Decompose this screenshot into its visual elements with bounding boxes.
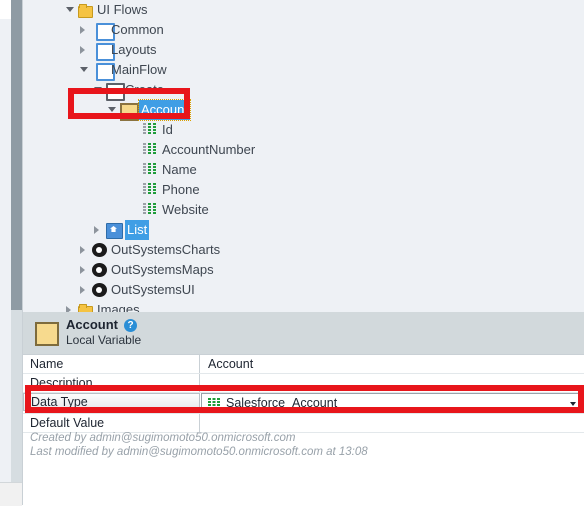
tree-item-label: Layouts [111,42,157,57]
property-value[interactable] [201,374,584,392]
tree-item-outsystemscharts[interactable]: OutSystemsCharts [23,240,584,260]
tree-item-label: AccountNumber [162,142,256,157]
tree-item-layouts[interactable]: Layouts [23,40,584,61]
entity-attribute-icon [143,203,158,217]
property-name: Data Type [23,393,200,411]
tree-item-label: OutSystemsCharts [111,242,221,257]
tree-item-outsystemsui[interactable]: OutSystemsUI [23,280,584,300]
tree-item-label: Create [125,82,165,97]
created-by-text: Created by admin@sugimomoto50.onmicrosof… [30,432,296,444]
chevron-right-icon[interactable] [64,300,75,312]
property-value[interactable] [201,414,584,432]
module-icon [92,283,107,297]
tree-item-mainflow[interactable]: MainFlow [23,60,584,81]
module-icon [92,243,107,257]
chevron-right-icon[interactable] [78,280,89,300]
tree-item-ui-flows[interactable]: UI Flows [23,0,584,20]
tree-item-label: OutSystemsUI [111,282,195,297]
tree-item-accountnumber[interactable]: AccountNumber [23,140,584,160]
app-root: UI Flows Common Layouts MainFlow Create Accou… [0,0,584,506]
property-row-description[interactable]: Description [23,374,584,393]
folder-icon [78,4,93,18]
tree-item-label: Images [97,302,140,312]
tree-item-phone[interactable]: Phone [23,180,584,200]
chevron-down-icon[interactable] [78,60,89,80]
entity-attribute-icon [143,123,158,137]
tree-item-create[interactable]: Create [23,80,584,101]
property-name: Default Value [23,414,200,432]
scrollbar-outer-track[interactable] [0,19,11,492]
properties-grid[interactable]: Name Account Description Data Type Salesforc… [23,354,584,433]
tree-item-outsystemsmaps[interactable]: OutSystemsMaps [23,260,584,280]
tree-item-common[interactable]: Common [23,20,584,41]
tree-item-label: Id [162,122,173,137]
vertical-scrollbar-track-lower[interactable] [11,310,22,482]
entity-attribute-icon [143,143,158,157]
tree-item-label: Account [138,99,191,121]
tree-item-label: Name [162,162,197,177]
tree-item-id[interactable]: Id [23,120,584,140]
widget-icon [106,223,123,239]
property-value[interactable]: Salesforce_Account [201,393,583,413]
chevron-right-icon[interactable] [78,260,89,280]
entity-attribute-icon [143,183,158,197]
local-variable-icon [35,322,59,346]
tree-item-account[interactable]: Account [23,99,584,121]
property-value[interactable]: Account [201,355,584,373]
gutter-bottom-blank [0,482,22,506]
tree-item-label: OutSystemsMaps [111,262,214,277]
entity-attribute-icon [143,163,158,177]
chevron-right-icon[interactable] [78,240,89,260]
tree-item-website[interactable]: Website [23,200,584,220]
properties-panel: Account ? Local Variable Name Account Desc… [23,312,584,505]
tree-item-label: UI Flows [97,2,148,17]
chevron-right-icon[interactable] [78,20,89,40]
tree-item-label: MainFlow [111,62,167,77]
property-row-data-type[interactable]: Data Type Salesforce_Account [23,393,584,414]
properties-header: Account ? Local Variable [23,312,584,354]
property-name: Name [23,355,200,373]
chevron-down-icon[interactable] [64,0,75,20]
chevron-down-icon[interactable] [106,100,117,120]
property-row-name[interactable]: Name Account [23,355,584,374]
gutter-top-blank [0,0,11,19]
tree-item-images[interactable]: Images [23,300,584,312]
property-value-text: Salesforce_Account [226,396,338,410]
tree-item-label: Common [111,22,164,37]
dropdown-arrow-icon[interactable] [570,402,576,406]
local-variable-icon [120,103,139,121]
last-modified-text: Last modified by admin@sugimomoto50.onmi… [30,446,368,458]
chevron-right-icon[interactable] [78,40,89,60]
tree-item-label: List [125,220,150,240]
vertical-scrollbar-thumb[interactable] [11,0,22,310]
tree-item-label: Phone [162,182,200,197]
properties-title: Account [66,317,118,332]
tree-item-label: Website [162,202,209,217]
entity-grid-icon [208,398,220,409]
tree-item-name[interactable]: Name [23,160,584,180]
property-row-default-value[interactable]: Default Value [23,414,584,433]
help-icon[interactable]: ? [124,319,137,332]
chevron-down-icon[interactable] [92,80,103,100]
screen-icon [106,83,125,101]
chevron-right-icon[interactable] [92,220,103,240]
tree-item-list[interactable]: List [23,220,584,240]
module-icon [92,263,107,277]
property-name: Description [23,374,200,392]
solution-tree-panel[interactable]: UI Flows Common Layouts MainFlow Create Accou… [23,0,584,312]
properties-subtitle: Local Variable [66,333,142,347]
